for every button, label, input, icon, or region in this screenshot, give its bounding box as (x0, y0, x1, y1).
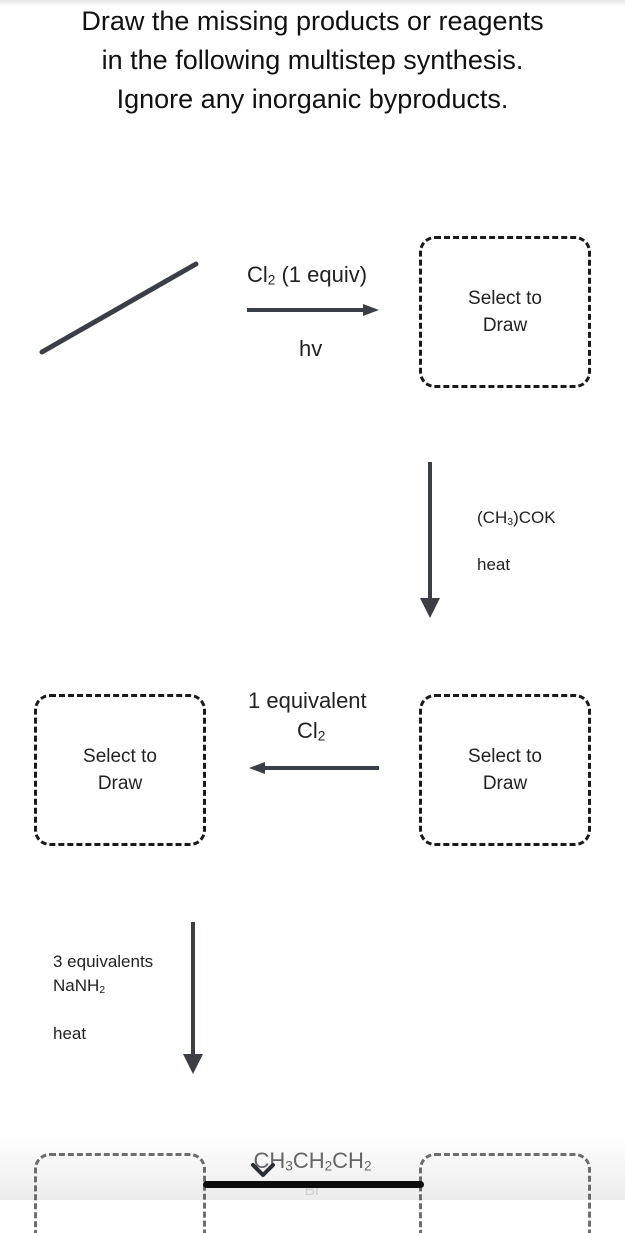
step3-reagent-main: Cl (297, 718, 318, 743)
step2-condition: heat (477, 555, 511, 574)
question-line-2: in the following multistep synthesis. (101, 45, 524, 75)
step4-condition: heat (53, 1024, 87, 1043)
drop-box-product-2[interactable]: Select to Draw (419, 694, 591, 846)
starting-material-structure (39, 261, 199, 355)
step3-reagent-sub: 2 (317, 728, 326, 744)
drop-box-2-label-line2: Draw (482, 773, 528, 794)
formula-sub3: 2 (363, 1158, 372, 1174)
drop-box-1-label-line1: Select to (468, 288, 542, 309)
step1-right-arrow (247, 304, 379, 316)
question-line-1: Draw the missing products or reagents (81, 6, 544, 36)
drag-handle-bar[interactable] (203, 1181, 424, 1188)
step2-reagent: (CH3)COK (477, 508, 556, 528)
drop-box-2-label-line1: Select to (468, 746, 542, 767)
question-text: Draw the missing products or reagents in… (0, 2, 625, 119)
chevron-down-icon[interactable] (250, 1160, 276, 1180)
drop-box-product-1[interactable]: Select to Draw (419, 236, 591, 388)
step3-reagent: Cl2 (297, 718, 325, 744)
drop-box-1-label-line2: Draw (482, 315, 528, 336)
step1-condition: hv (299, 336, 323, 361)
step2-reagent-suffix: )COK (513, 508, 556, 527)
step2-down-arrow (420, 462, 440, 618)
propane-bond-line (39, 261, 199, 355)
step4-reagent: NaNH2 (53, 976, 105, 996)
formula-sub1: 3 (285, 1158, 293, 1174)
step1-reagent-main: Cl (247, 262, 268, 287)
drop-box-product-3[interactable]: Select to Draw (34, 694, 206, 846)
step4-down-arrow (183, 922, 203, 1074)
step1-reagent-suffix: (1 equiv) (275, 262, 368, 287)
step3-left-arrow (249, 762, 379, 774)
answer-chip-formula[interactable]: CH3CH2CH2 (0, 1148, 625, 1174)
step4-reagent-main: NaNH (53, 976, 100, 995)
step2-reagent-main: (CH (477, 508, 508, 527)
step4-reagent-line1: 3 equivalents (53, 952, 154, 971)
question-line-3: Ignore any inorganic byproducts. (116, 84, 509, 114)
drop-box-3-label-line1: Select to (83, 746, 157, 767)
step3-reagent-line1: 1 equivalent (248, 688, 367, 713)
step4-reagent-sub: 2 (99, 983, 106, 996)
drop-box-3-label-line2: Draw (97, 773, 143, 794)
step1-reagent: Cl2 (1 equiv) (247, 262, 367, 288)
formula-part2: CH (292, 1148, 325, 1173)
formula-part3: CH (332, 1148, 364, 1173)
